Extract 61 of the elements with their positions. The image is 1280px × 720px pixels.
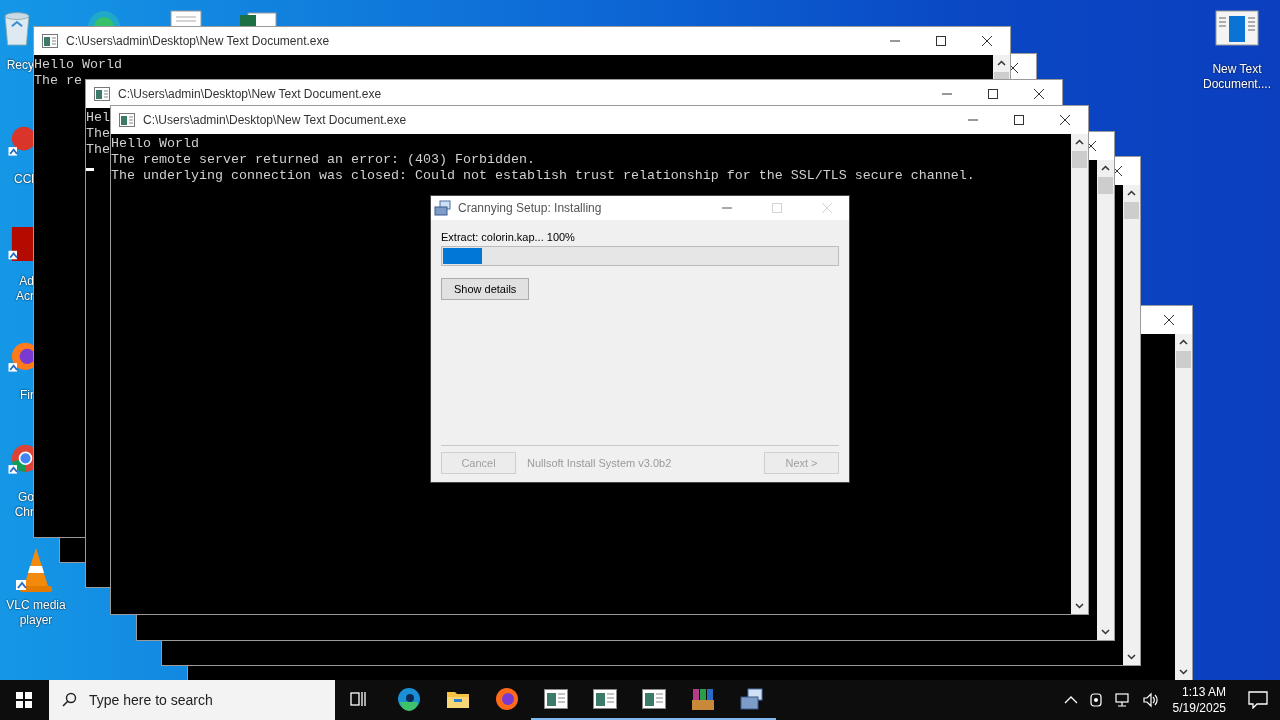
folder-icon	[445, 689, 470, 709]
console-app-icon	[42, 34, 58, 48]
console-app-icon	[641, 689, 666, 709]
window-title: C:\Users\admin\Desktop\New Text Document.exe	[118, 87, 382, 101]
scroll-thumb[interactable]	[1098, 177, 1113, 194]
installer-icon	[434, 200, 452, 216]
console-line: Hello World	[34, 57, 122, 73]
icon-label[interactable]: Fir	[20, 388, 34, 403]
notification-icon[interactable]	[1248, 691, 1268, 709]
firefox-icon	[494, 687, 519, 711]
console-line: Hello World	[111, 136, 199, 152]
scroll-thumb[interactable]	[1072, 151, 1087, 168]
icon-label[interactable]: Chr	[14, 505, 34, 520]
icon-label[interactable]: player	[19, 613, 53, 628]
icon-label[interactable]: Ad	[19, 274, 34, 289]
window-title: C:\Users\admin\Desktop\New Text Document.exe	[66, 34, 330, 48]
icon-label[interactable]: Go	[18, 490, 34, 505]
installer-icon	[739, 688, 764, 710]
chevron-up-icon[interactable]	[1063, 695, 1078, 705]
clock-date: 5/19/2025	[1172, 700, 1226, 716]
edge-icon	[396, 687, 421, 711]
maximize-icon[interactable]	[1013, 114, 1025, 126]
close-icon[interactable]	[1059, 114, 1071, 126]
search-icon	[61, 692, 77, 708]
clock-time: 1:13 AM	[1181, 684, 1226, 700]
close-icon[interactable]	[1033, 88, 1045, 100]
console-app-icon	[119, 113, 135, 127]
console-line: The	[86, 142, 110, 158]
maximize-icon[interactable]	[935, 35, 947, 47]
scroll-thumb[interactable]	[1124, 202, 1139, 219]
icon-label[interactable]: VLC media	[6, 598, 66, 613]
console-line: The underlying connection was closed: Could not establish trust relationship for the SSL/TLS secure channel.	[111, 168, 975, 184]
clock[interactable]: 1:13 AM 5/19/2025	[1172, 684, 1226, 716]
speaker-icon[interactable]	[1141, 692, 1160, 708]
scroll-thumb[interactable]	[1176, 351, 1191, 368]
branding-text: Nullsoft Install System v3.0b2	[527, 457, 672, 469]
console-app-icon	[543, 689, 568, 709]
console-line: The re	[34, 73, 82, 89]
console-line: The	[86, 126, 110, 142]
show-details-button[interactable]: Show details	[441, 278, 530, 300]
search-field[interactable]: Type here to search	[49, 680, 335, 720]
icon-label[interactable]: Acr	[16, 289, 34, 304]
console-app-icon	[592, 689, 617, 709]
icon-label[interactable]: CCl	[14, 172, 34, 187]
close-icon[interactable]	[1163, 314, 1175, 326]
close-icon[interactable]	[981, 35, 993, 47]
window-title: C:\Users\admin\Desktop\New Text Document.exe	[143, 113, 407, 127]
maximize-icon[interactable]	[987, 88, 999, 100]
console-app-icon	[94, 87, 110, 101]
dialog-title: Crannying Setup: Installing	[458, 201, 602, 215]
device-icon[interactable]	[1087, 692, 1104, 708]
network-icon[interactable]	[1113, 692, 1132, 708]
books-icon	[690, 687, 715, 711]
windows-start-icon[interactable]	[16, 692, 32, 708]
icon-label[interactable]: New Text	[1212, 62, 1262, 77]
console-line: The remote server returned an error: (403) Forbidden.	[111, 152, 535, 168]
status-text: Extract: colorin.kap... 100%	[441, 231, 576, 243]
icon-label[interactable]: Recy	[6, 58, 34, 73]
icon-label[interactable]: Document....	[1203, 77, 1271, 92]
console-line: Hel	[86, 110, 110, 126]
program-window-icon[interactable]	[1215, 10, 1259, 46]
